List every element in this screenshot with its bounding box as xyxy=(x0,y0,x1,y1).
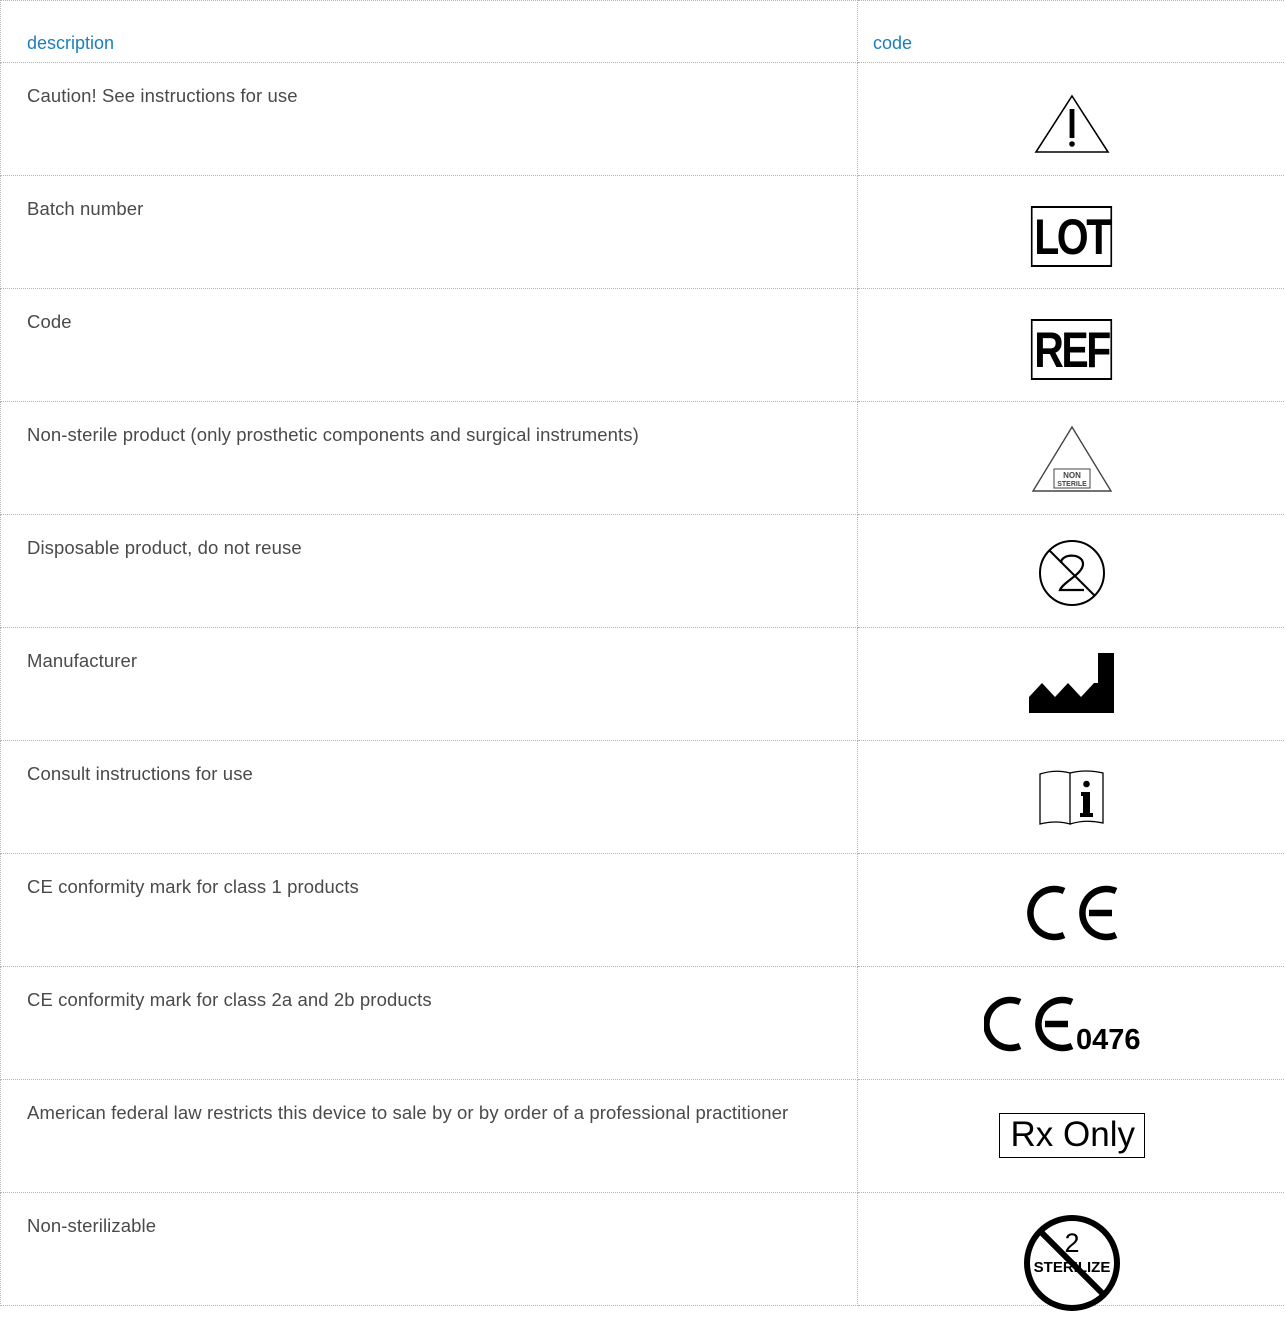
row-description: CE conformity mark for class 1 products xyxy=(0,853,858,967)
row-code: Rx Only xyxy=(857,1079,1285,1193)
non-sterile-icon: NON STERILE xyxy=(858,424,1285,494)
row-code xyxy=(857,740,1285,854)
rx-only-symbol: Rx Only xyxy=(858,1113,1285,1158)
caution-warning-icon xyxy=(858,93,1285,155)
ce-mark-icon xyxy=(858,881,1285,945)
row-code: NON STERILE xyxy=(857,401,1285,515)
table-row: Non-sterile product (only prosthetic com… xyxy=(0,401,1285,515)
row-description: Code xyxy=(0,288,858,402)
row-code xyxy=(857,627,1285,741)
row-description: American federal law restricts this devi… xyxy=(0,1079,858,1193)
description-column-header: description xyxy=(0,0,858,63)
non-sterile-text-2: STERILE xyxy=(1057,481,1087,488)
row-code: 0476 xyxy=(857,966,1285,1080)
row-description: Consult instructions for use xyxy=(0,740,858,854)
non-sterile-text-1: NON xyxy=(1063,471,1081,480)
table-row: Manufacturer xyxy=(0,627,1285,741)
symbols-table: description code Caution! See instructio… xyxy=(0,0,1285,1311)
row-description: Disposable product, do not reuse xyxy=(0,514,858,628)
header-row: description code xyxy=(0,0,1285,63)
consult-instructions-icon xyxy=(858,768,1285,826)
do-not-resterilize-icon: 2 STERILIZE xyxy=(858,1213,1285,1313)
table-row: Caution! See instructions for use xyxy=(0,62,1285,176)
do-not-reuse-icon xyxy=(858,538,1285,608)
table-row: Code REF xyxy=(0,288,1285,402)
row-code: LOT xyxy=(857,175,1285,289)
table-row: Non-sterilizable 2 STERILIZE xyxy=(0,1192,1285,1311)
row-code xyxy=(857,62,1285,176)
table-row: Batch number LOT xyxy=(0,175,1285,289)
row-code: 2 STERILIZE xyxy=(857,1192,1285,1311)
row-description: Non-sterilizable xyxy=(0,1192,858,1306)
table-row: CE conformity mark for class 2a and 2b p… xyxy=(0,966,1285,1080)
code-column-header: code xyxy=(857,0,1285,63)
row-code: REF xyxy=(857,288,1285,402)
table-row: Disposable product, do not reuse xyxy=(0,514,1285,628)
ce-mark-0476-icon: 0476 xyxy=(858,992,1285,1056)
table-row: Consult instructions for use xyxy=(0,740,1285,854)
row-description: Batch number xyxy=(0,175,858,289)
row-description: Non-sterile product (only prosthetic com… xyxy=(0,401,858,515)
table-row: CE conformity mark for class 1 products xyxy=(0,853,1285,967)
row-code xyxy=(857,514,1285,628)
rx-only-text: Rx Only xyxy=(998,1113,1145,1158)
ref-symbol-text: REF xyxy=(1031,319,1113,380)
row-description: CE conformity mark for class 2a and 2b p… xyxy=(0,966,858,1080)
table-row: American federal law restricts this devi… xyxy=(0,1079,1285,1193)
row-description: Caution! See instructions for use xyxy=(0,62,858,176)
row-code xyxy=(857,853,1285,967)
row-description: Manufacturer xyxy=(0,627,858,741)
ce-mark-number: 0476 xyxy=(1076,1024,1141,1056)
ref-symbol: REF xyxy=(858,319,1285,380)
lot-symbol: LOT xyxy=(858,206,1285,267)
manufacturer-icon xyxy=(858,651,1285,715)
lot-symbol-text: LOT xyxy=(1031,206,1113,267)
